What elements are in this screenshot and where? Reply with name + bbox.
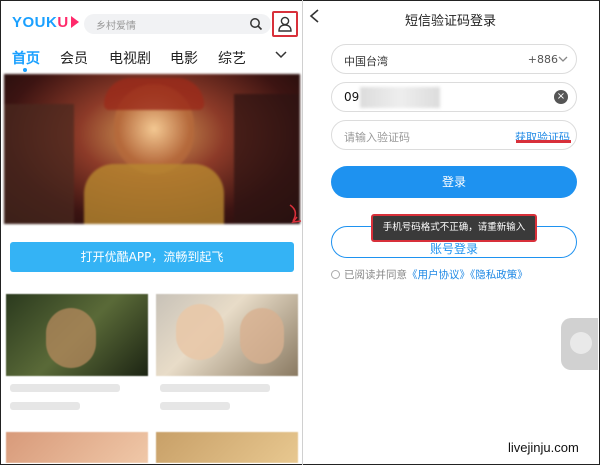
- banner-hat: [104, 78, 204, 110]
- blurred-caption: [160, 384, 270, 392]
- banner-costume: [84, 164, 224, 224]
- phone-input[interactable]: 09 ×: [331, 82, 577, 112]
- clear-icon[interactable]: ×: [554, 90, 568, 104]
- logo-arrow-icon: [70, 16, 79, 28]
- video-thumbnail[interactable]: [6, 294, 148, 376]
- search-icon[interactable]: [249, 17, 263, 31]
- tab-variety[interactable]: 综艺: [218, 48, 246, 68]
- thumbnail-figure: [176, 304, 224, 360]
- error-toast: 手机号码格式不正确，请重新输入: [371, 214, 537, 242]
- country-code: +886: [527, 53, 558, 66]
- highlight-underline: [516, 140, 571, 143]
- agree-prefix: 已阅读并同意: [344, 269, 407, 281]
- youku-home-screen: YOUKU 乡村爱情 首页 会员 电视剧 电影 综艺 打开优酷APP，流畅到起飞: [2, 2, 302, 463]
- blurred-caption: [10, 402, 80, 410]
- video-thumbnail[interactable]: [6, 432, 148, 463]
- blurred-caption: [160, 402, 230, 410]
- privacy-blur-mask: [360, 87, 440, 108]
- phone-value: 09: [344, 90, 360, 104]
- sms-login-screen: 短信验证码登录 中国台湾 +886 09 × 请输入验证码 获取验证码 登录 账…: [303, 2, 598, 463]
- code-placeholder: 请输入验证码: [344, 131, 410, 144]
- login-button[interactable]: 登录: [331, 166, 577, 198]
- page-title: 短信验证码登录: [404, 14, 496, 29]
- user-icon: [278, 16, 292, 32]
- agreement-row: 已阅读并同意《用户协议》《隐私政策》: [331, 267, 528, 282]
- top-bar: YOUKU 乡村爱情: [2, 2, 302, 44]
- user-login-button[interactable]: [272, 11, 298, 37]
- logo-text: YOUK: [12, 14, 58, 31]
- region-select[interactable]: 中国台湾 +886: [331, 44, 577, 74]
- floating-assist-button[interactable]: [561, 318, 598, 370]
- video-thumbnail[interactable]: [156, 294, 298, 376]
- chevron-down-icon: [558, 56, 568, 62]
- tab-vip[interactable]: 会员: [60, 48, 88, 68]
- search-box[interactable]: 乡村爱情: [84, 14, 271, 34]
- tab-movies[interactable]: 电影: [170, 48, 198, 68]
- verification-code-input[interactable]: 请输入验证码 获取验证码: [331, 120, 577, 150]
- region-label: 中国台湾: [344, 55, 388, 68]
- tab-home[interactable]: 首页: [12, 48, 40, 68]
- hero-banner[interactable]: [4, 74, 300, 224]
- banner-figure-left: [4, 104, 74, 224]
- video-thumbnail[interactable]: [156, 432, 298, 463]
- watermark: livejinju.com: [508, 440, 579, 455]
- search-placeholder: 乡村爱情: [96, 21, 136, 32]
- open-app-button[interactable]: 打开优酷APP，流畅到起飞: [10, 242, 294, 272]
- active-tab-indicator: [23, 68, 27, 72]
- channel-tabs: 首页 会员 电视剧 电影 综艺: [2, 44, 302, 74]
- blurred-caption: [10, 384, 120, 392]
- user-agreement-link[interactable]: 《用户协议》: [407, 269, 470, 281]
- agree-checkbox[interactable]: [331, 270, 340, 279]
- privacy-policy-link[interactable]: 《隐私政策》: [470, 269, 528, 281]
- assist-icon: [570, 332, 592, 354]
- tab-tv-series[interactable]: 电视剧: [109, 48, 151, 68]
- thumbnail-figure: [240, 308, 284, 364]
- chevron-down-icon[interactable]: [274, 50, 288, 60]
- banner-pagination: [12, 216, 72, 231]
- thumbnail-figure: [46, 308, 96, 368]
- youku-logo[interactable]: YOUKU: [12, 14, 79, 31]
